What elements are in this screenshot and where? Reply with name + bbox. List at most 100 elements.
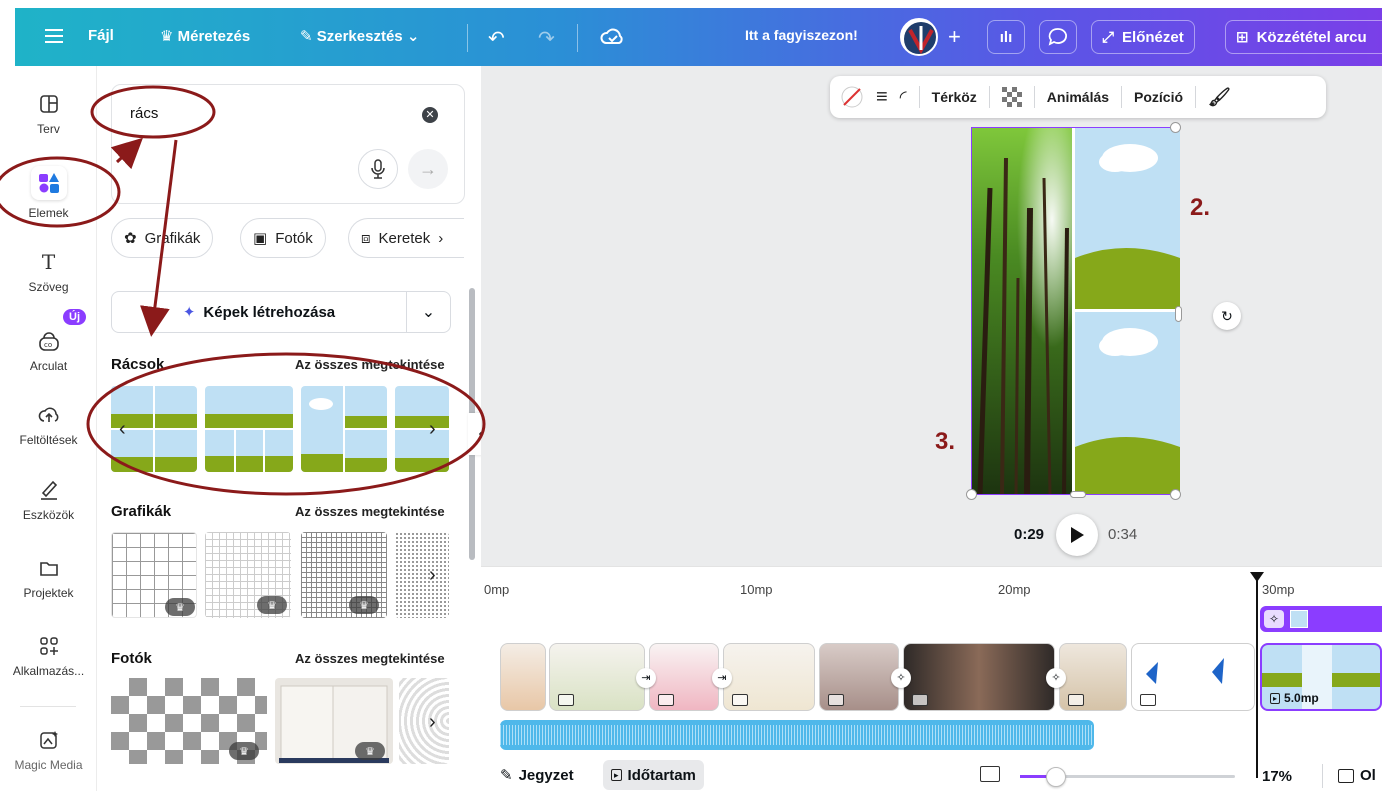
position-button[interactable]: Pozíció xyxy=(1134,89,1183,105)
preview-button[interactable]: ⤢ Előnézet xyxy=(1091,20,1195,54)
rail-projects[interactable]: Projektek xyxy=(0,556,97,600)
video-clip[interactable] xyxy=(723,643,815,711)
submit-search-button[interactable]: → xyxy=(408,149,448,189)
video-icon: ▸ xyxy=(611,769,622,781)
rail-brand[interactable]: Új co Arculat xyxy=(0,309,97,373)
grid-thumbnail[interactable] xyxy=(395,386,449,472)
graphic-thumbnail[interactable]: ♛ xyxy=(205,532,291,618)
corner-rounding-icon[interactable]: ◜ xyxy=(900,87,907,108)
chip-frames[interactable]: ⧈ Keretek › xyxy=(348,218,464,258)
rail-apps[interactable]: Alkalmazás... xyxy=(0,634,97,678)
chevron-right-icon[interactable]: › xyxy=(438,230,443,247)
resize-menu[interactable]: ♛ Méretezés xyxy=(160,27,250,45)
ruler-ticks xyxy=(520,589,1380,591)
chip-photos[interactable]: ▣ Fotók xyxy=(240,218,326,258)
rail-tools[interactable]: Eszközök xyxy=(0,478,97,522)
video-clip[interactable] xyxy=(903,643,1055,711)
rail-magic-media[interactable]: Magic Media xyxy=(0,728,97,772)
selected-video-clip[interactable]: ▸ 5.0mp xyxy=(1260,643,1382,711)
resize-handle[interactable] xyxy=(1175,306,1182,322)
clear-icon[interactable]: ✕ xyxy=(422,107,438,123)
generate-dropdown[interactable]: ⌄ xyxy=(406,292,450,332)
transition-icon[interactable]: ✧ xyxy=(1046,668,1066,688)
play-icon xyxy=(1071,527,1084,543)
video-clip[interactable] xyxy=(549,643,645,711)
redo-icon[interactable]: ↷ xyxy=(538,26,555,51)
zoom-slider-handle[interactable] xyxy=(1046,767,1066,787)
forest-photo[interactable] xyxy=(972,128,1072,494)
photo-thumbnail[interactable]: ♛ xyxy=(275,678,393,764)
timeline-view-icon[interactable] xyxy=(980,766,1000,782)
annotation-2: 2. xyxy=(1190,194,1211,221)
voice-search-button[interactable] xyxy=(358,149,398,189)
carousel-prev-icon[interactable]: ‹ xyxy=(119,418,126,441)
video-clip[interactable] xyxy=(819,643,899,711)
generate-images-button[interactable]: ✦ Képek létrehozása ⌄ xyxy=(111,291,451,333)
playhead[interactable] xyxy=(1256,578,1258,778)
file-menu[interactable]: Fájl xyxy=(88,27,114,44)
play-button[interactable] xyxy=(1056,514,1098,556)
undo-icon[interactable]: ↶ xyxy=(488,26,505,51)
video-clip[interactable] xyxy=(500,643,546,711)
rail-text[interactable]: T Szöveg xyxy=(0,250,97,294)
transparency-icon[interactable] xyxy=(1001,87,1022,107)
grid-thumbnail[interactable] xyxy=(205,386,293,472)
avatar[interactable] xyxy=(900,18,938,56)
border-style-icon[interactable]: ≡ xyxy=(876,86,888,109)
cloud-saved-icon[interactable] xyxy=(600,26,624,53)
spacing-button[interactable]: Térköz xyxy=(932,89,977,105)
video-clip[interactable] xyxy=(1059,643,1127,711)
audio-track[interactable] xyxy=(500,720,1094,750)
rotate-button[interactable]: ↻ xyxy=(1213,302,1241,330)
grid-cell-bottom[interactable] xyxy=(1075,312,1180,494)
design-page[interactable] xyxy=(966,122,1182,500)
grid-cell-top[interactable] xyxy=(1075,128,1180,309)
photo-thumbnail[interactable]: ♛ xyxy=(111,678,267,764)
transition-icon[interactable]: ✧ xyxy=(891,668,911,688)
graphic-thumbnail[interactable] xyxy=(395,532,449,618)
resize-handle[interactable] xyxy=(1170,122,1181,133)
video-clip[interactable] xyxy=(649,643,719,711)
search-input[interactable]: rács xyxy=(130,105,158,122)
carousel-next-icon[interactable]: › xyxy=(429,711,436,734)
graphic-thumbnail[interactable]: ♛ xyxy=(301,532,387,618)
canva-editor: Fájl ♛ Méretezés ✎ Szerkesztés ⌄ ↶ ↷ Itt… xyxy=(0,0,1382,791)
menu-icon[interactable] xyxy=(45,28,63,44)
rail-uploads[interactable]: Feltöltések xyxy=(0,403,97,447)
notes-button[interactable]: ✎ Jegyzet xyxy=(500,766,574,785)
paint-roller-icon[interactable]: 🖌 xyxy=(1208,87,1231,108)
see-all-photos[interactable]: Az összes megtekintése xyxy=(295,651,445,666)
resize-handle[interactable] xyxy=(1070,491,1086,498)
resize-handle[interactable] xyxy=(1170,489,1181,500)
resize-handle[interactable] xyxy=(966,489,977,500)
publish-button[interactable]: ⊞ Közzététel arcu xyxy=(1225,20,1382,54)
chip-graphics[interactable]: ✿ Grafikák xyxy=(111,218,214,258)
see-all-graphics[interactable]: Az összes megtekintése xyxy=(295,504,445,519)
comments-button[interactable] xyxy=(1039,20,1077,54)
video-icon xyxy=(828,694,844,706)
analytics-button[interactable]: ılı xyxy=(987,20,1025,54)
see-all-grids[interactable]: Az összes megtekintése xyxy=(295,357,445,372)
transition-icon[interactable]: ⇥ xyxy=(636,668,656,688)
pages-view-button[interactable]: Ol xyxy=(1338,767,1376,784)
new-badge: Új xyxy=(63,309,86,325)
rail-elements[interactable]: Elemek xyxy=(0,166,97,220)
grid-thumbnail[interactable] xyxy=(301,386,387,472)
element-track[interactable]: ✧ xyxy=(1260,606,1382,632)
carousel-next-icon[interactable]: › xyxy=(429,418,436,441)
no-color-icon[interactable] xyxy=(840,85,864,109)
transition-icon[interactable]: ⇥ xyxy=(712,668,732,688)
duration-button[interactable]: ▸ Időtartam xyxy=(603,760,704,790)
photo-thumbnail[interactable] xyxy=(399,678,449,764)
publish-icon: ⊞ xyxy=(1236,29,1249,46)
zoom-slider[interactable] xyxy=(1020,767,1235,787)
animate-button[interactable]: Animálás xyxy=(1047,89,1109,105)
rail-design[interactable]: Terv xyxy=(0,92,97,136)
zoom-level[interactable]: 17% xyxy=(1262,768,1292,785)
add-collaborator-icon[interactable]: + xyxy=(948,24,961,50)
video-clip[interactable] xyxy=(1131,643,1255,711)
search-box[interactable]: rács ✕ → xyxy=(111,84,465,204)
design-title[interactable]: Itt a fagyiszezon! xyxy=(745,27,858,43)
carousel-next-icon[interactable]: › xyxy=(429,564,436,587)
edit-menu[interactable]: ✎ Szerkesztés ⌄ xyxy=(300,27,419,45)
